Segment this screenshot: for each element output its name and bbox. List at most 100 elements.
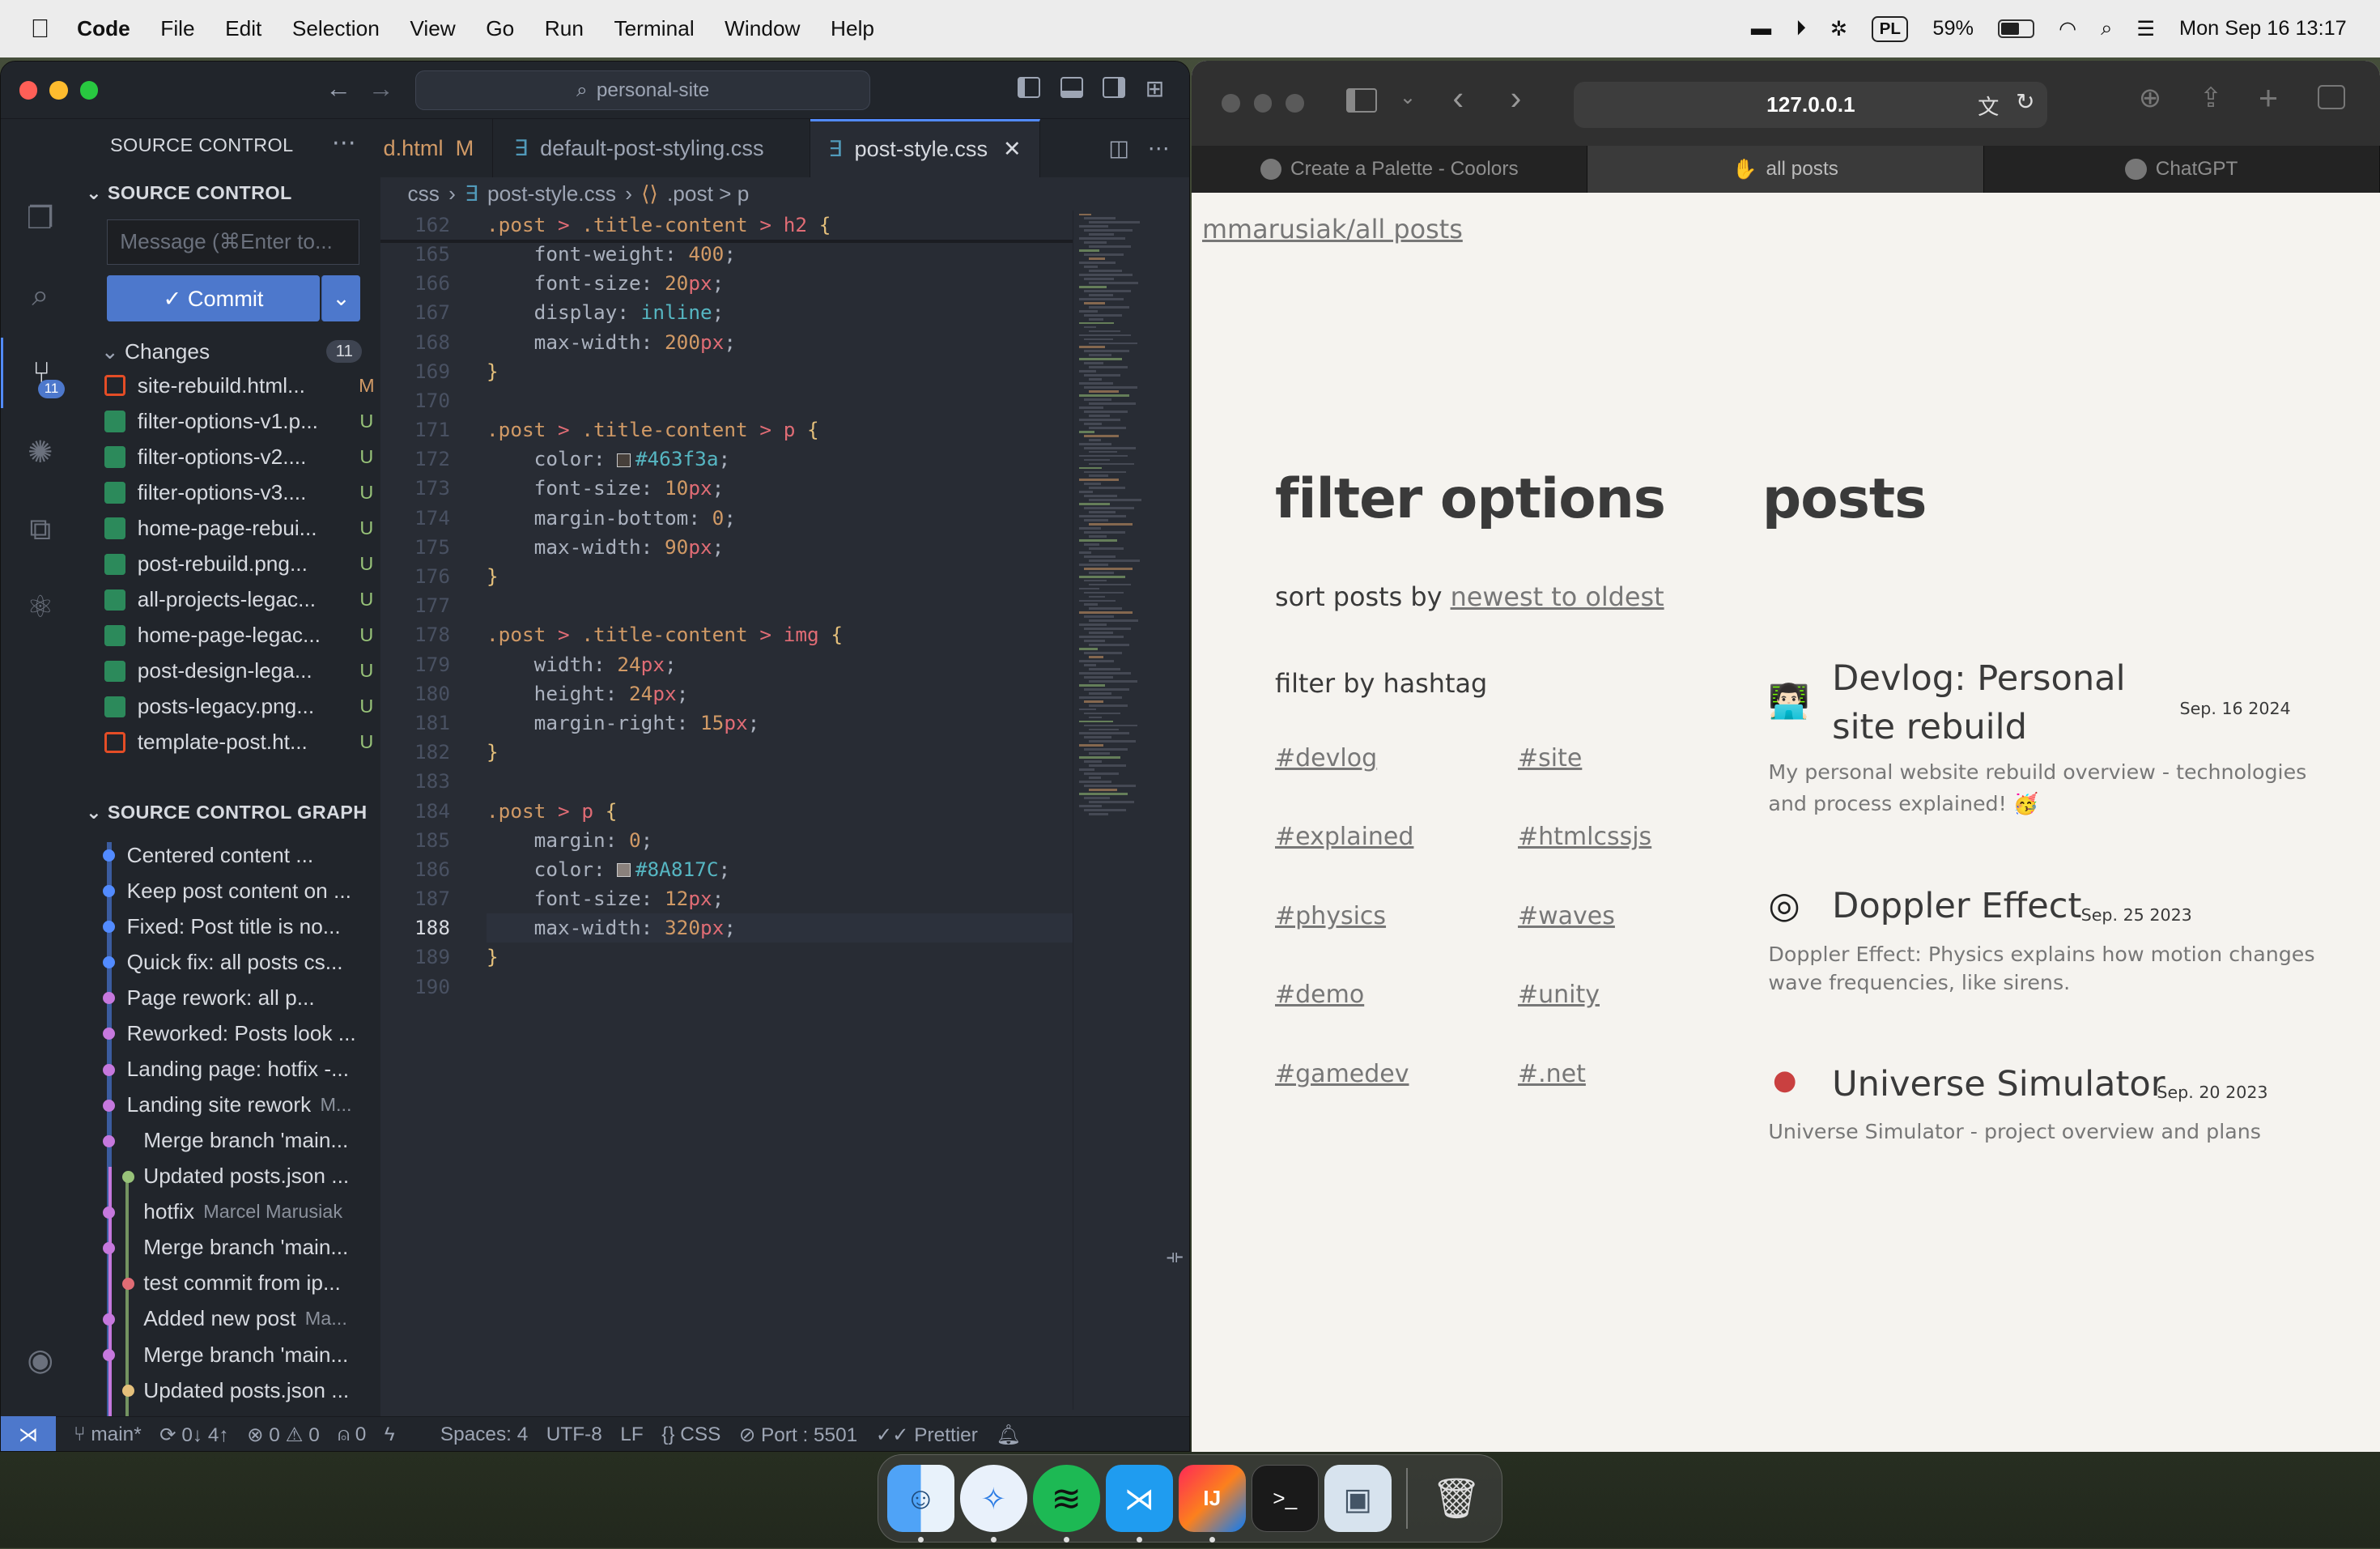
code-line[interactable]: color: #8A817C; xyxy=(487,855,731,884)
post-title-line2[interactable]: site rebuild xyxy=(1832,703,2027,751)
menu-terminal[interactable]: Terminal xyxy=(599,16,710,41)
terminal-icon[interactable]: >_ xyxy=(1252,1465,1319,1532)
close-tab-icon[interactable]: ✕ xyxy=(1003,136,1022,162)
notifications-bell-icon[interactable]: 🔔︎ xyxy=(996,1423,1021,1447)
more-actions-icon[interactable]: ⋯ xyxy=(332,129,356,157)
minimize-window-button[interactable] xyxy=(1253,94,1273,113)
menu-go[interactable]: Go xyxy=(471,16,530,41)
code-line[interactable]: .post > p { xyxy=(487,797,617,826)
commit-row[interactable]: Keep post content on ... xyxy=(80,873,380,909)
tab-chatgpt[interactable]: ChatGPT xyxy=(1984,146,2380,194)
commit-row[interactable]: Landing site rework M... xyxy=(80,1087,380,1123)
accessibility-icon[interactable]: ✲ xyxy=(1830,17,1847,41)
spotify-icon[interactable]: ≋ xyxy=(1033,1465,1100,1543)
translate-icon[interactable]: 文 xyxy=(1978,90,1999,121)
source-control-icon[interactable]: ⑂ 11 xyxy=(1,338,80,408)
back-arrow-icon[interactable]: ← xyxy=(325,74,351,104)
hashtag-explained[interactable]: #explained xyxy=(1275,823,1413,851)
code-line[interactable]: height: 24px; xyxy=(487,679,689,709)
command-center-search[interactable]: ⌕ personal-site xyxy=(414,70,871,110)
code-line[interactable]: font-weight: 400; xyxy=(487,240,736,269)
menu-window[interactable]: Window xyxy=(709,16,815,41)
breadcrumb-folder[interactable]: css xyxy=(408,181,440,206)
code-line[interactable]: } xyxy=(487,943,499,972)
code-line[interactable]: .post > .title-content > h2 { xyxy=(487,211,831,240)
code-line[interactable]: margin-right: 15px; xyxy=(487,709,760,738)
eol-status[interactable]: LF xyxy=(620,1423,643,1446)
changed-file-row[interactable]: posts-legacy.png... U xyxy=(104,689,378,724)
search-icon[interactable]: ⌕ xyxy=(1,261,80,330)
display-icon[interactable]: ▬ xyxy=(1751,17,1771,40)
post-title-line1[interactable]: Universe Simulator xyxy=(1832,1060,2165,1109)
spotlight-icon[interactable]: ⌕ xyxy=(2101,17,2112,41)
battery-icon[interactable] xyxy=(1998,19,2035,38)
site-breadcrumb-link[interactable]: mmarusiak/all posts xyxy=(1202,214,1463,245)
commit-row[interactable]: Merge branch 'main... xyxy=(80,1230,380,1266)
zoom-window-button[interactable] xyxy=(79,81,98,100)
tab-site-rebuild[interactable]: d.html M xyxy=(380,119,493,177)
code-line[interactable]: } xyxy=(487,357,499,386)
menu-help[interactable]: Help xyxy=(815,16,890,41)
remote-icon[interactable]: ⋊ xyxy=(1,1416,56,1451)
forward-chevron-icon[interactable]: › xyxy=(1511,79,1522,117)
code-line[interactable]: font-size: 10px; xyxy=(487,474,725,503)
language-status[interactable]: {} CSS xyxy=(661,1423,720,1446)
changed-file-row[interactable]: template-post.ht... U xyxy=(104,725,378,760)
trash-icon[interactable]: 🗑︎ xyxy=(1423,1465,1490,1532)
changed-file-row[interactable]: filter-options-v1.p... U xyxy=(104,404,378,439)
indentation-status[interactable]: Spaces: 4 xyxy=(440,1423,528,1446)
hashtag-dotnet[interactable]: #.net xyxy=(1518,1060,1586,1088)
minimize-window-button[interactable] xyxy=(49,81,68,100)
code-line[interactable]: margin-bottom: 0; xyxy=(487,504,736,533)
commit-row[interactable]: Merge branch 'main... xyxy=(80,1337,380,1372)
changed-file-row[interactable]: filter-options-v2.... U xyxy=(104,440,378,474)
vscode-icon[interactable]: ⋊ xyxy=(1106,1465,1173,1543)
prettier-status[interactable]: ✓✓ Prettier xyxy=(876,1423,978,1447)
post-title-line1[interactable]: Doppler Effect xyxy=(1832,882,2081,930)
back-chevron-icon[interactable]: ‹ xyxy=(1452,79,1464,117)
wifi-icon[interactable]: ◠ xyxy=(2059,17,2076,41)
ports-status[interactable]: ⍝ 0 xyxy=(338,1423,366,1446)
toggle-secondary-sidebar-icon[interactable] xyxy=(1103,76,1126,98)
share-icon[interactable]: ⇪ xyxy=(2199,82,2222,114)
toggle-panel-icon[interactable] xyxy=(1060,76,1083,98)
commit-row[interactable]: test commit from ip... xyxy=(80,1266,380,1301)
changed-file-row[interactable]: site-rebuild.html... M xyxy=(104,368,378,403)
commit-row[interactable]: Reworked: Posts look ... xyxy=(80,1015,380,1051)
hashtag-demo[interactable]: #demo xyxy=(1275,981,1364,1009)
commit-row[interactable]: Updated posts.json ... xyxy=(80,1372,380,1408)
commit-row[interactable]: hotfix Marcel Marusiak xyxy=(80,1194,380,1230)
tab-coolors[interactable]: Create a Palette - Coolors xyxy=(1192,146,1588,194)
changed-file-row[interactable]: post-rebuild.png... U xyxy=(104,547,378,581)
commit-dropdown-icon[interactable]: ⌄ xyxy=(321,275,361,321)
graph-section-header[interactable]: ⌄ SOURCE CONTROL GRAPH xyxy=(86,801,368,823)
commit-row[interactable]: Updated posts.json ... xyxy=(80,1159,380,1194)
breadcrumb-file[interactable]: post-style.css xyxy=(487,181,616,206)
hashtag-htmlcssjs[interactable]: #htmlcssjs xyxy=(1518,823,1651,851)
clock[interactable]: Mon Sep 16 13:17 xyxy=(2179,17,2347,40)
menu-edit[interactable]: Edit xyxy=(210,16,277,41)
input-source[interactable]: PL xyxy=(1872,15,1909,42)
section-header[interactable]: ⌄ SOURCE CONTROL xyxy=(86,181,292,204)
editor-more-icon[interactable]: ⋯ xyxy=(1141,119,1189,177)
changes-group[interactable]: ⌄ Changes 11 xyxy=(101,335,363,368)
preview-icon[interactable]: ▣ xyxy=(1324,1465,1392,1532)
commit-row[interactable]: Fixed: Post title is no... xyxy=(80,909,380,944)
post-title-line1[interactable]: Devlog: Personal xyxy=(1832,654,2125,703)
code-line[interactable]: display: inline; xyxy=(487,298,725,327)
menu-selection[interactable]: Selection xyxy=(277,16,395,41)
code-line[interactable]: max-width: 200px; xyxy=(487,328,736,357)
toggle-sidebar-icon[interactable] xyxy=(1018,76,1041,98)
intellij-icon[interactable]: IJ xyxy=(1179,1465,1246,1543)
account-icon[interactable]: ◉ xyxy=(1,1325,80,1394)
commit-button[interactable]: ✓ Commit xyxy=(107,275,320,321)
hashtag-physics[interactable]: #physics xyxy=(1275,902,1386,930)
sidebar-icon[interactable] xyxy=(1346,87,1377,113)
code-line[interactable]: margin: 0; xyxy=(487,826,653,855)
changed-file-row[interactable]: all-projects-legac... U xyxy=(104,582,378,617)
minimap[interactable] xyxy=(1072,210,1185,1410)
code-line[interactable]: .post > .title-content > img { xyxy=(487,620,843,649)
forward-arrow-icon[interactable]: → xyxy=(368,74,394,104)
reload-icon[interactable]: ↻ xyxy=(2016,88,2035,115)
tab-default-post-styling[interactable]: ∃ default-post-styling.css xyxy=(493,119,810,177)
